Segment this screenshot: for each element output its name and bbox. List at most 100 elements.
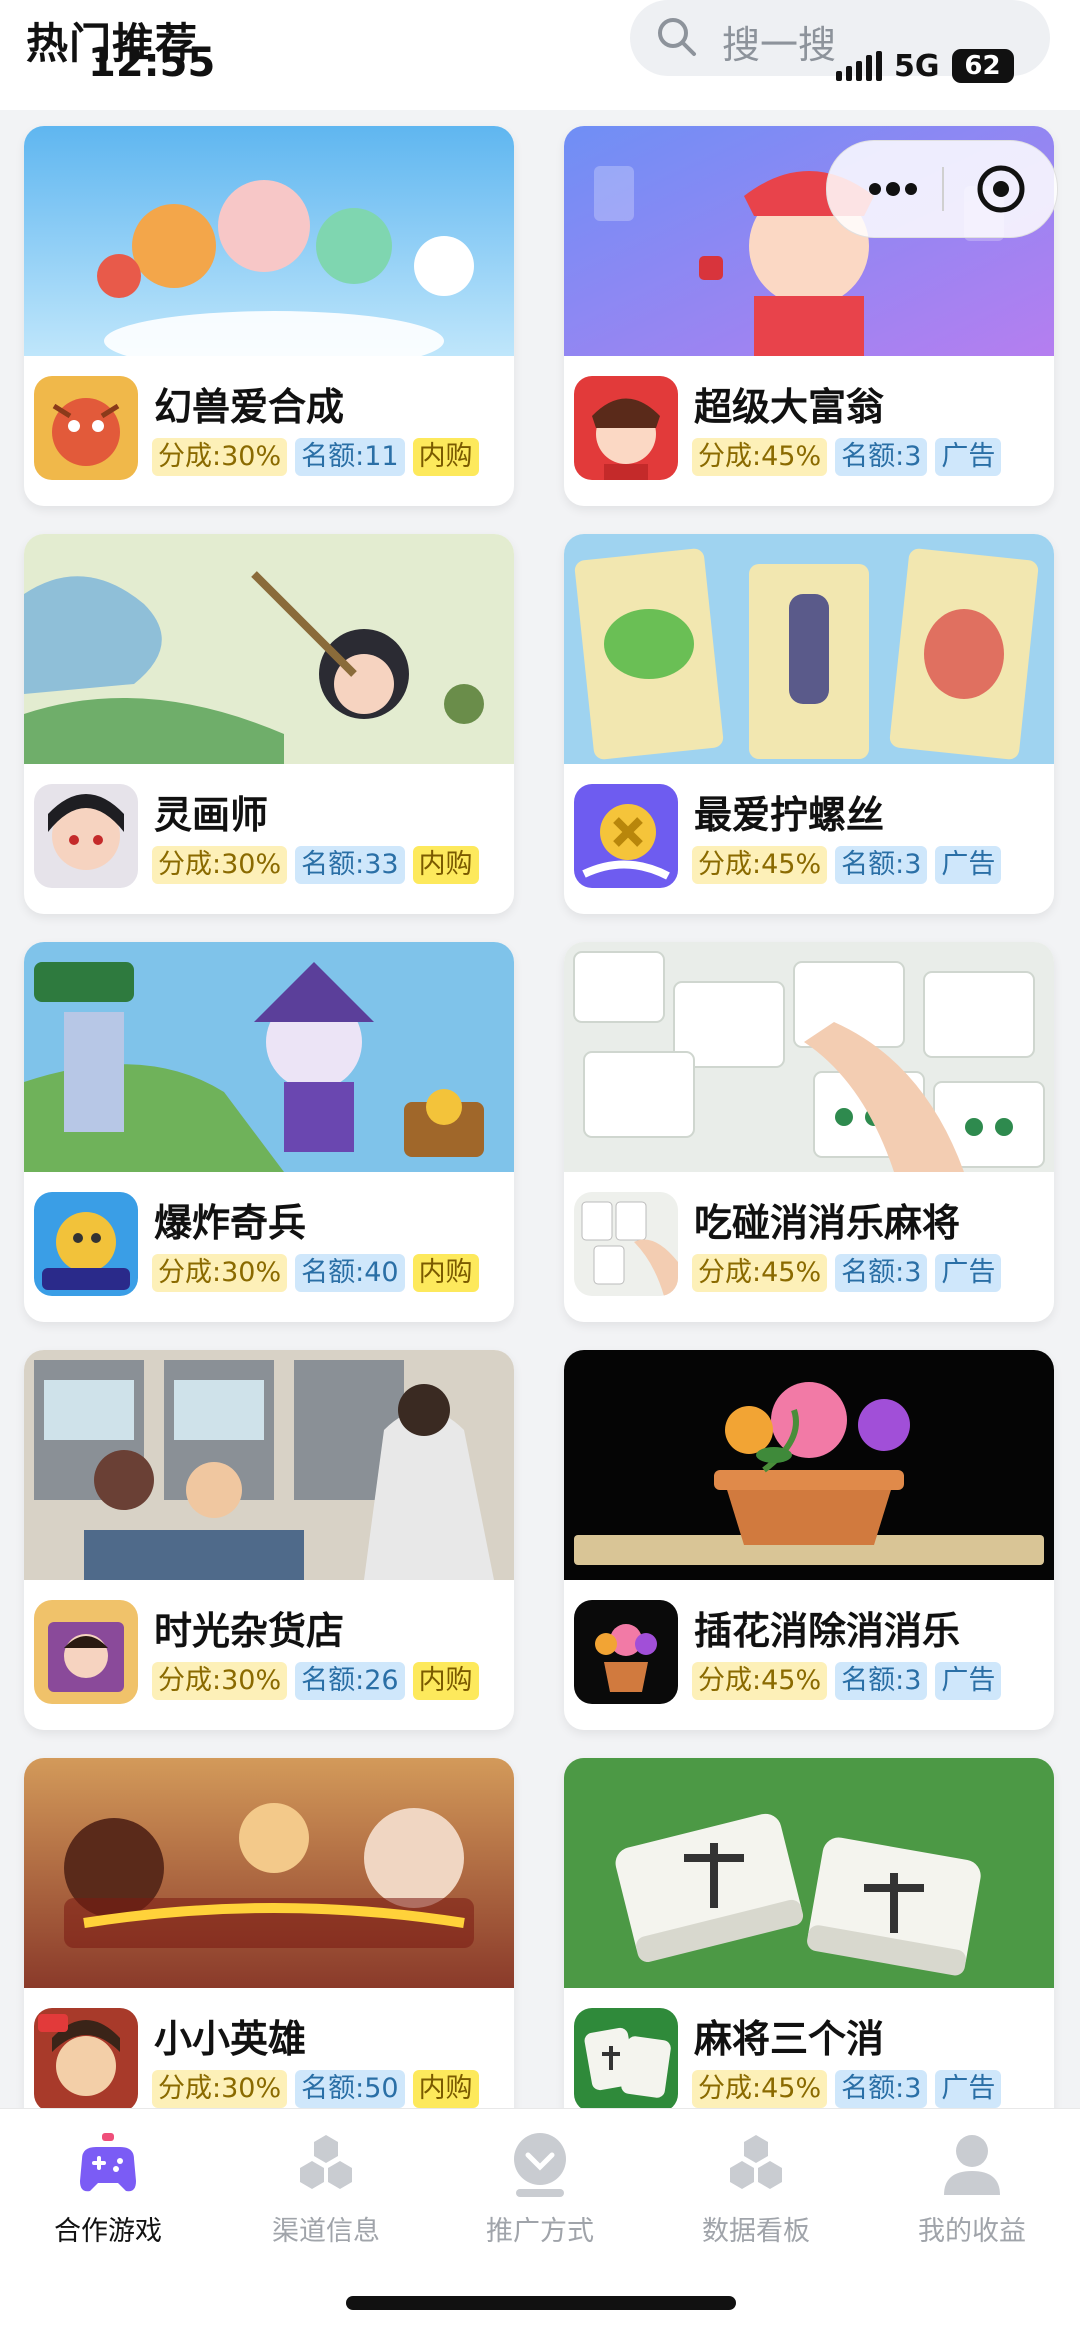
- monetization-tag: 内购: [412, 1254, 479, 1292]
- monetization-tag: 内购: [412, 2070, 479, 2108]
- monetization-tag: 广告: [935, 1662, 1002, 1700]
- game-title: 最爱拧螺丝: [694, 793, 885, 837]
- monetization-tag: 广告: [935, 1254, 1002, 1292]
- mahjong-tiles-banner[interactable]: [564, 1758, 1054, 1988]
- hero-app-icon[interactable]: [34, 2008, 138, 2112]
- gamepad-icon: [80, 2133, 136, 2192]
- mahjong-tiles-app-icon[interactable]: [574, 2008, 678, 2112]
- game-tags: 分成:45% 名额:3 广告: [692, 1254, 1002, 1292]
- capsule-divider: [942, 167, 944, 211]
- network-type: 5G: [894, 48, 940, 84]
- quota-tag: 名额:50: [295, 2070, 405, 2108]
- game-tags: 分成:45% 名额:3 广告: [692, 1662, 1002, 1700]
- game-title: 幻兽爱合成: [154, 385, 345, 429]
- game-title: 爆炸奇兵: [154, 1201, 307, 1245]
- soldier-banner[interactable]: [24, 942, 514, 1172]
- status-time: 12:55: [88, 40, 216, 86]
- nav-label: 合作游戏: [54, 2216, 162, 2247]
- game-tags: 分成:30% 名额:40 内购: [152, 1254, 479, 1292]
- revenue-share-tag: 分成:30%: [152, 1254, 288, 1292]
- flower-app-icon[interactable]: [574, 1600, 678, 1704]
- revenue-share-tag: 分成:30%: [152, 1662, 288, 1700]
- quota-tag: 名额:3: [835, 1662, 928, 1700]
- game-tags: 分成:45% 名额:3 广告: [692, 438, 1002, 476]
- painter-app-icon[interactable]: [34, 784, 138, 888]
- game-title: 时光杂货店: [154, 1609, 345, 1653]
- battery-level: 62: [964, 51, 1001, 81]
- beast-banner[interactable]: [24, 126, 514, 356]
- nav-label: 我的收益: [918, 2216, 1026, 2247]
- game-tags: 分成:30% 名额:50 内购: [152, 2070, 479, 2108]
- revenue-share-tag: 分成:30%: [152, 438, 288, 476]
- revenue-share-tag: 分成:45%: [692, 1254, 828, 1292]
- battery-icon: 62: [951, 49, 1014, 83]
- game-tags: 分成:30% 名额:26 内购: [152, 1662, 479, 1700]
- store-app-icon[interactable]: [34, 1600, 138, 1704]
- mini-program-capsule: [826, 140, 1058, 238]
- search-placeholder[interactable]: 搜一搜: [722, 14, 836, 69]
- nav-label: 数据看板: [702, 2216, 810, 2247]
- game-title: 吃碰消消乐麻将: [694, 1201, 961, 1245]
- nav-item-data-board[interactable]: 数据看板: [656, 2129, 856, 2249]
- store-banner[interactable]: [24, 1350, 514, 1580]
- quota-tag: 名额:3: [835, 438, 928, 476]
- game-tags: 分成:30% 名额:11 内购: [152, 438, 479, 476]
- flower-banner[interactable]: [564, 1350, 1054, 1580]
- monopoly-app-icon[interactable]: [574, 376, 678, 480]
- game-card[interactable]: 麻将三个消分成:45% 名额:3 广告: [564, 1758, 1054, 2138]
- game-card[interactable]: 最爱拧螺丝分成:45% 名额:3 广告: [564, 534, 1054, 914]
- hexagons-icon: [730, 2135, 782, 2189]
- soldier-app-icon[interactable]: [34, 1192, 138, 1296]
- mahjong-banner[interactable]: [564, 942, 1054, 1172]
- revenue-share-tag: 分成:30%: [152, 2070, 288, 2108]
- monetization-tag: 广告: [935, 846, 1002, 884]
- quota-tag: 名额:33: [295, 846, 405, 884]
- screw-banner[interactable]: [564, 534, 1054, 764]
- quota-tag: 名额:3: [835, 2070, 928, 2108]
- game-card[interactable]: 插花消除消消乐分成:45% 名额:3 广告: [564, 1350, 1054, 1730]
- game-card[interactable]: 灵画师分成:30% 名额:33 内购: [24, 534, 514, 914]
- monetization-tag: 内购: [412, 1662, 479, 1700]
- revenue-share-tag: 分成:45%: [692, 438, 828, 476]
- search-icon: [658, 18, 696, 56]
- status-indicators: 5G 62: [836, 46, 1014, 86]
- game-tags: 分成:45% 名额:3 广告: [692, 846, 1002, 884]
- user-icon: [944, 2135, 1000, 2195]
- revenue-share-tag: 分成:30%: [152, 846, 288, 884]
- hero-banner[interactable]: [24, 1758, 514, 1988]
- hexagons-icon: [300, 2135, 352, 2189]
- quota-tag: 名额:11: [295, 438, 405, 476]
- nav-item-promotion[interactable]: 推广方式: [440, 2129, 640, 2249]
- screw-app-icon[interactable]: [574, 784, 678, 888]
- game-card[interactable]: 吃碰消消乐麻将分成:45% 名额:3 广告: [564, 942, 1054, 1322]
- game-card[interactable]: 幻兽爱合成分成:30% 名额:11 内购: [24, 126, 514, 506]
- monetization-tag: 内购: [412, 846, 479, 884]
- game-card[interactable]: 时光杂货店分成:30% 名额:26 内购: [24, 1350, 514, 1730]
- top-bar: 热门推荐 12:55 搜一搜 5G 62: [0, 0, 1080, 110]
- game-title: 麻将三个消: [694, 2017, 885, 2061]
- game-card[interactable]: 爆炸奇兵分成:30% 名额:40 内购: [24, 942, 514, 1322]
- revenue-share-tag: 分成:45%: [692, 846, 828, 884]
- home-indicator[interactable]: [346, 2296, 736, 2310]
- game-title: 插花消除消消乐: [694, 1609, 961, 1653]
- monetization-tag: 广告: [935, 2070, 1002, 2108]
- mahjong-app-icon[interactable]: [574, 1192, 678, 1296]
- game-tags: 分成:30% 名额:33 内购: [152, 846, 479, 884]
- beast-app-icon[interactable]: [34, 376, 138, 480]
- quota-tag: 名额:3: [835, 1254, 928, 1292]
- nav-item-channel-info[interactable]: 渠道信息: [226, 2129, 426, 2249]
- revenue-share-tag: 分成:45%: [692, 2070, 828, 2108]
- more-icon[interactable]: [867, 179, 919, 199]
- revenue-share-tag: 分成:45%: [692, 1662, 828, 1700]
- nav-item-my-earnings[interactable]: 我的收益: [872, 2129, 1072, 2249]
- nav-item-cooperation-games[interactable]: 合作游戏: [8, 2129, 208, 2249]
- game-title: 灵画师: [154, 793, 269, 837]
- quota-tag: 名额:40: [295, 1254, 405, 1292]
- quota-tag: 名额:3: [835, 846, 928, 884]
- painter-banner[interactable]: [24, 534, 514, 764]
- game-card[interactable]: 小小英雄 分成:30% 名额:50 内购: [24, 1758, 514, 2138]
- nav-label: 推广方式: [486, 2216, 594, 2247]
- close-target-icon[interactable]: [975, 163, 1027, 215]
- nav-label: 渠道信息: [272, 2216, 380, 2247]
- game-title: 超级大富翁: [694, 385, 885, 429]
